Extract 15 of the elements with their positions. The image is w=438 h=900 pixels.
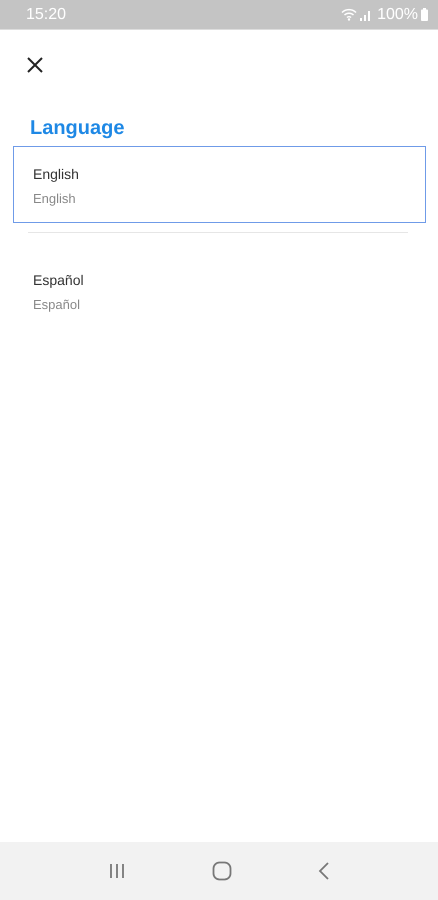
language-option[interactable]: English English xyxy=(13,146,426,223)
language-name: English xyxy=(33,166,80,182)
battery-icon xyxy=(421,8,428,21)
home-icon[interactable] xyxy=(212,861,232,881)
page-title: Language xyxy=(30,117,126,140)
recent-apps-icon[interactable] xyxy=(108,863,126,879)
status-time: 15:20 xyxy=(26,6,66,24)
signal-icon xyxy=(360,8,372,20)
language-name: Español xyxy=(33,272,85,288)
language-native-name: Español xyxy=(33,297,81,312)
back-icon[interactable] xyxy=(318,862,330,880)
wifi-icon xyxy=(341,8,358,21)
language-option[interactable]: Español Español xyxy=(13,252,426,329)
language-native-name: English xyxy=(33,191,77,206)
battery-level: 100% xyxy=(377,6,418,24)
